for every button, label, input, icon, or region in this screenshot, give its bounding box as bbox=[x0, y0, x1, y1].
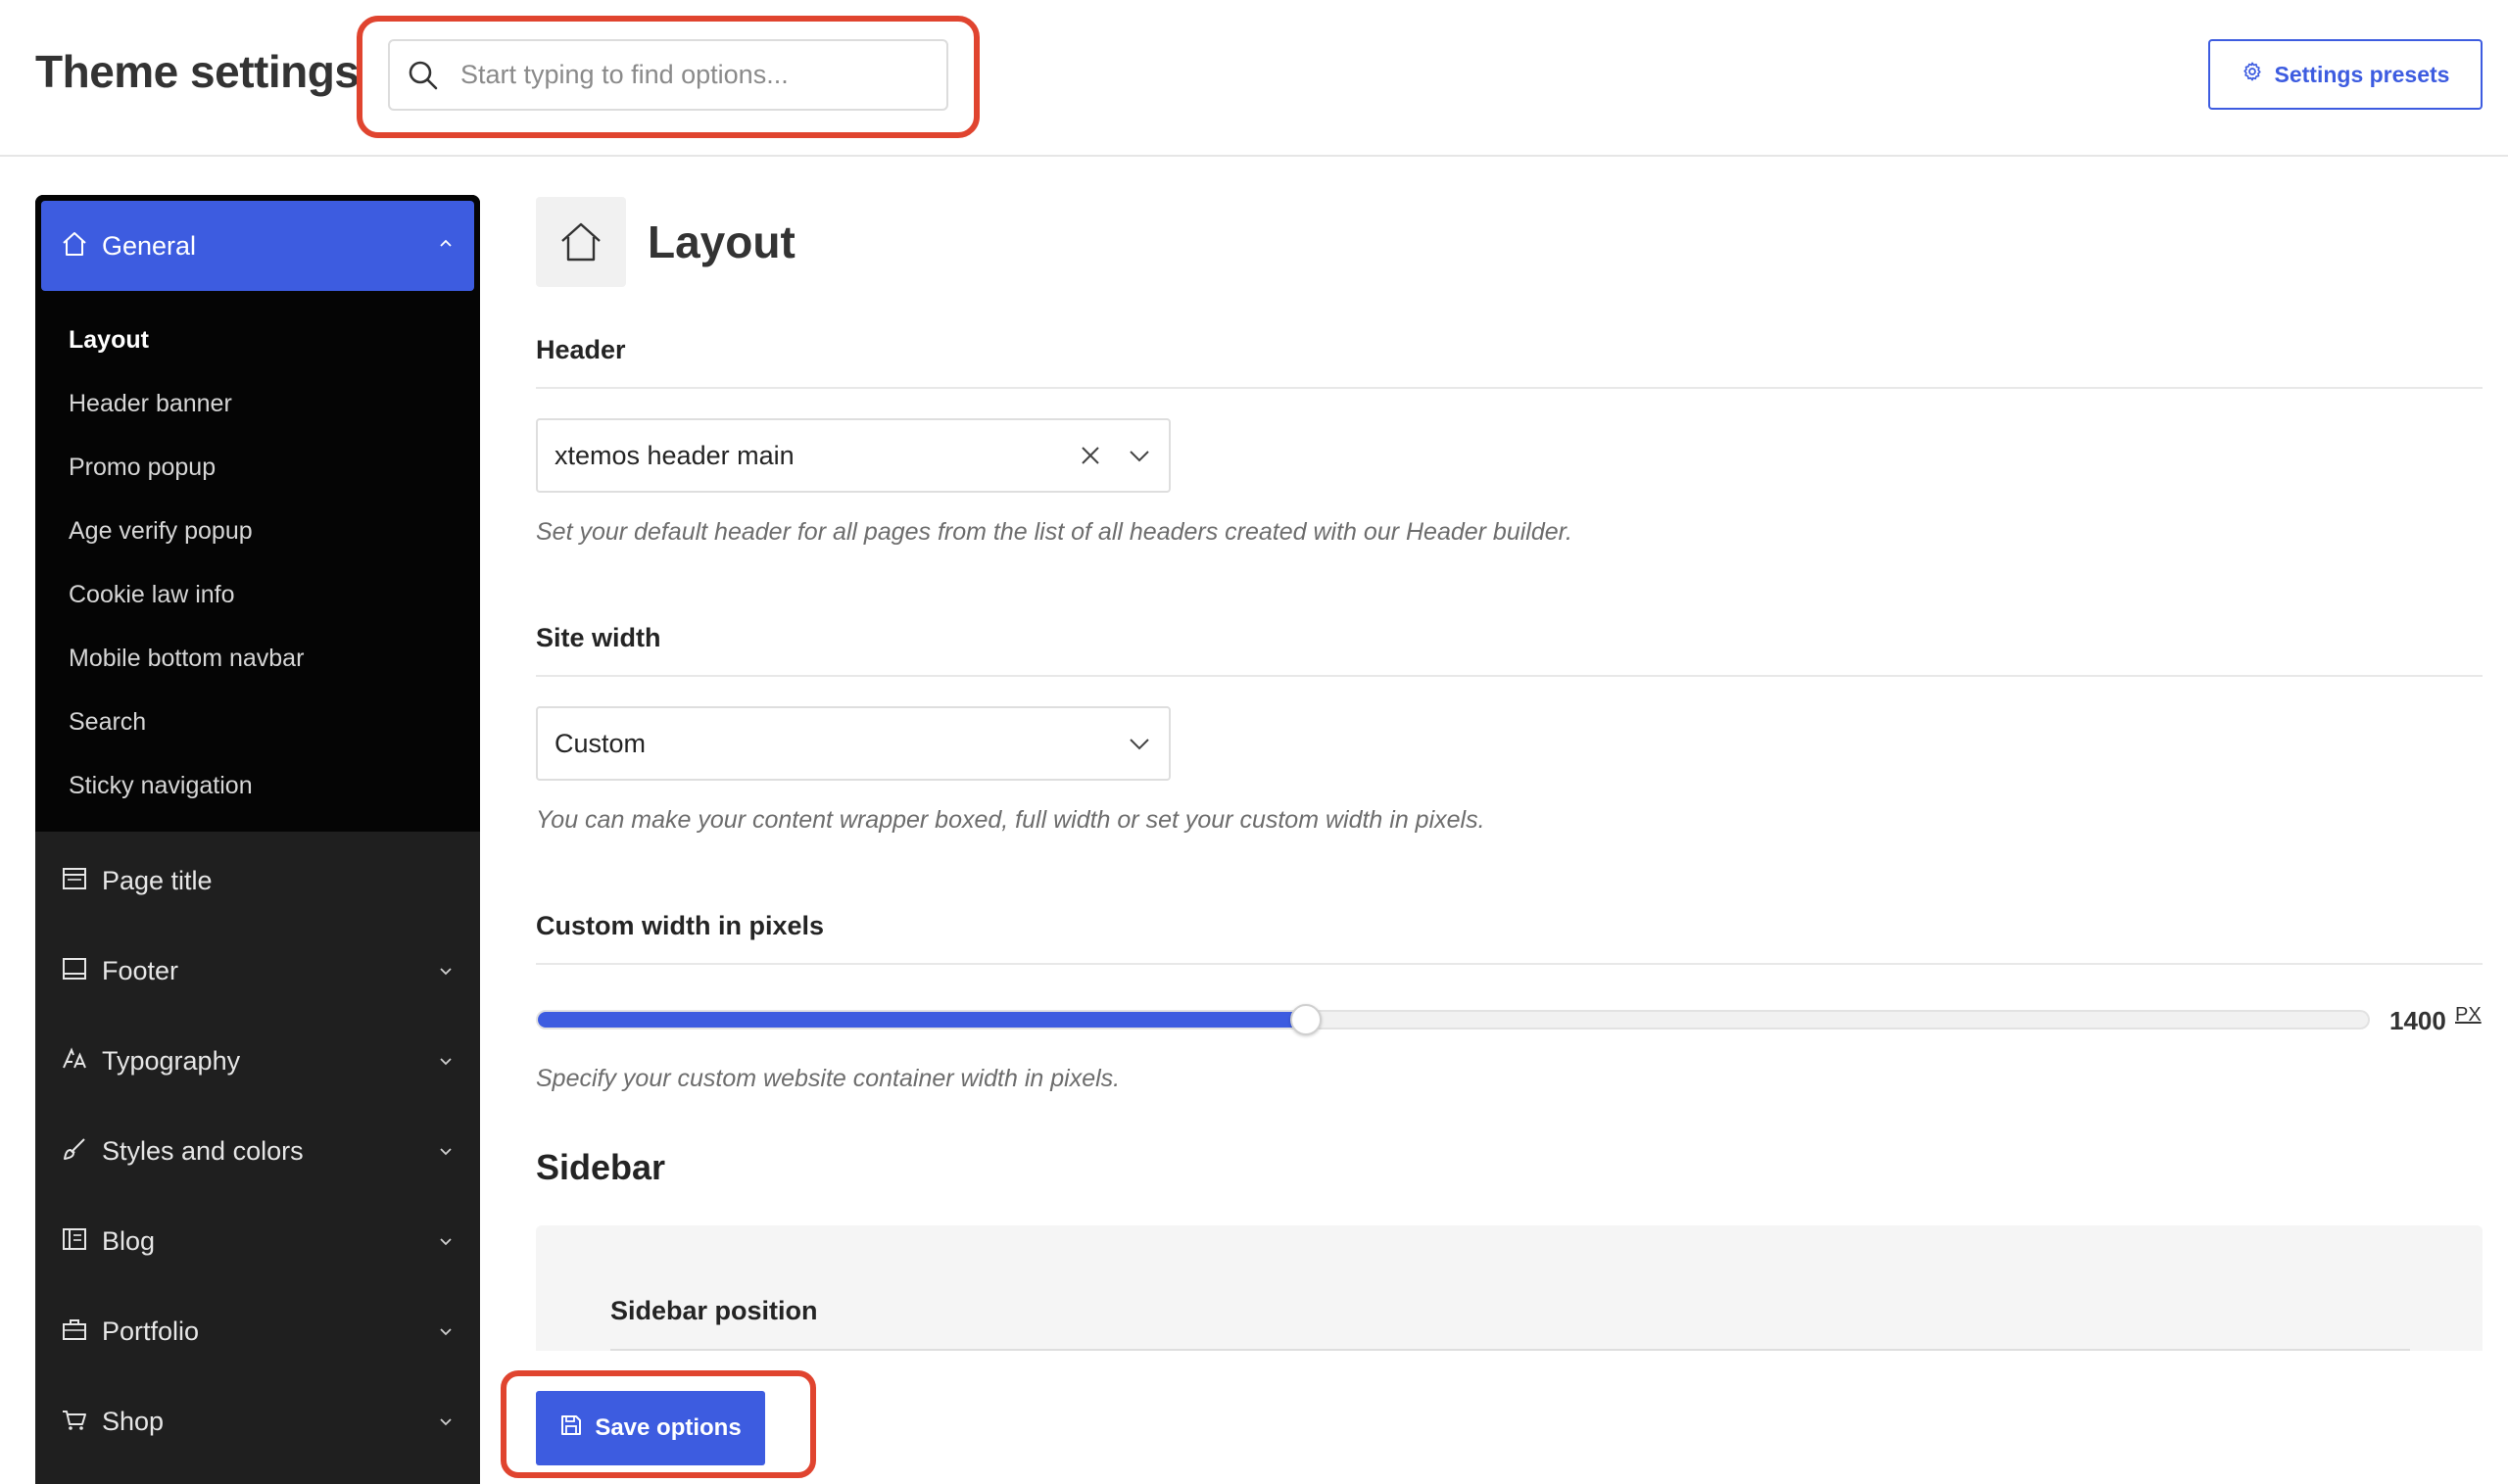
field-help: Specify your custom website container wi… bbox=[536, 1065, 1121, 1092]
sidebar-subitem-age-verify-popup[interactable]: Age verify popup bbox=[41, 500, 474, 563]
sidebar-item-typography[interactable]: Typography bbox=[35, 1016, 480, 1106]
sidebar-item-page-title[interactable]: Page title bbox=[35, 836, 480, 926]
sidebar-item-label: General bbox=[102, 230, 197, 261]
search-box[interactable] bbox=[388, 39, 948, 111]
sidebar-item-shop[interactable]: Shop bbox=[35, 1376, 480, 1466]
sidebar-subitem-sticky-navigation[interactable]: Sticky navigation bbox=[41, 754, 474, 818]
header-select[interactable]: xtemos header main bbox=[536, 418, 1171, 493]
slider-handle[interactable] bbox=[1290, 1004, 1322, 1035]
chevron-down-icon bbox=[435, 1320, 457, 1342]
chevron-down-icon bbox=[1126, 730, 1153, 757]
chevron-down-icon bbox=[1126, 442, 1153, 469]
sidebar-subitem-cookie-law-info[interactable]: Cookie law info bbox=[41, 563, 474, 627]
custom-width-field: Custom width in pixels 1400 PX Specify y… bbox=[536, 911, 2483, 1093]
sidebar-subitem-layout[interactable]: Layout bbox=[41, 309, 474, 372]
sidebar-item-label: Footer bbox=[102, 955, 179, 985]
sidebar-subitem-header-banner[interactable]: Header banner bbox=[41, 372, 474, 436]
gear-icon bbox=[2242, 61, 2263, 88]
sidebar-item-label: Page title bbox=[102, 865, 213, 895]
header-select-value: xtemos header main bbox=[555, 440, 795, 470]
briefcase-icon bbox=[61, 1316, 88, 1348]
page-title-icon bbox=[61, 865, 88, 897]
typography-icon bbox=[61, 1045, 88, 1077]
chevron-down-icon bbox=[435, 1230, 457, 1252]
sidebar-options-panel: Sidebar position bbox=[536, 1225, 2483, 1351]
save-icon bbox=[559, 1413, 583, 1444]
chevron-down-icon bbox=[435, 1050, 457, 1072]
header-field: Header xtemos header main Set your defau… bbox=[536, 335, 2483, 547]
sidebar-item-label: Portfolio bbox=[102, 1316, 200, 1346]
field-help: Set your default header for all pages fr… bbox=[536, 518, 1572, 546]
sidebar-sections: Page title Footer Typography Styles and … bbox=[35, 832, 480, 1466]
footer-icon bbox=[61, 955, 88, 987]
theme-settings-page: Theme settings Settings presets General bbox=[0, 0, 2508, 1484]
chevron-up-icon bbox=[437, 235, 455, 258]
general-group: General Layout Header banner Promo popup… bbox=[35, 195, 480, 832]
settings-sidebar: General Layout Header banner Promo popup… bbox=[35, 195, 480, 1484]
home-icon bbox=[536, 197, 626, 287]
settings-presets-label: Settings presets bbox=[2274, 61, 2450, 87]
field-label: Custom width in pixels bbox=[536, 911, 2483, 965]
settings-main: Layout Header xtemos header main Set you… bbox=[536, 195, 2483, 1351]
field-label: Site width bbox=[536, 623, 2483, 677]
sidebar-item-label: Typography bbox=[102, 1045, 241, 1076]
settings-presets-button[interactable]: Settings presets bbox=[2208, 39, 2483, 110]
chevron-down-icon bbox=[435, 1411, 457, 1432]
section-title: Layout bbox=[648, 216, 796, 267]
site-width-field: Site width Custom You can make your cont… bbox=[536, 623, 2483, 835]
sidebar-item-styles-and-colors[interactable]: Styles and colors bbox=[35, 1106, 480, 1196]
slider-fill bbox=[538, 1012, 1306, 1028]
brush-icon bbox=[61, 1135, 88, 1168]
sidebar-section-heading: Sidebar bbox=[536, 1147, 666, 1187]
home-icon bbox=[61, 230, 88, 263]
clear-icon[interactable] bbox=[1077, 442, 1104, 469]
section-header: Layout bbox=[536, 195, 2483, 289]
sidebar-item-label: Shop bbox=[102, 1406, 165, 1436]
sidebar-item-general[interactable]: General bbox=[41, 201, 474, 291]
chevron-down-icon bbox=[435, 1140, 457, 1162]
general-sub-list: Layout Header banner Promo popup Age ver… bbox=[41, 291, 474, 818]
cart-icon bbox=[61, 1406, 88, 1438]
save-options-label: Save options bbox=[595, 1414, 742, 1441]
sidebar-item-label: Blog bbox=[102, 1225, 156, 1256]
blog-icon bbox=[61, 1225, 88, 1258]
sidebar-item-blog[interactable]: Blog bbox=[35, 1196, 480, 1286]
save-options-button[interactable]: Save options bbox=[536, 1391, 765, 1465]
divider bbox=[610, 1349, 2410, 1351]
sidebar-item-portfolio[interactable]: Portfolio bbox=[35, 1286, 480, 1376]
custom-width-slider[interactable]: 1400 PX bbox=[536, 994, 2483, 1039]
unit-toggle[interactable]: PX bbox=[2455, 1004, 2482, 1027]
site-width-select[interactable]: Custom bbox=[536, 706, 1171, 781]
sidebar-subitem-search[interactable]: Search bbox=[41, 691, 474, 754]
search-icon bbox=[408, 58, 443, 93]
page-title: Theme settings bbox=[35, 46, 360, 97]
site-width-select-value: Custom bbox=[555, 728, 647, 758]
search-input[interactable] bbox=[460, 60, 921, 90]
slider-value: 1400 bbox=[2389, 1006, 2446, 1035]
sidebar-subitem-promo-popup[interactable]: Promo popup bbox=[41, 436, 474, 500]
sidebar-subitem-mobile-bottom-navbar[interactable]: Mobile bottom navbar bbox=[41, 627, 474, 691]
field-help: You can make your content wrapper boxed,… bbox=[536, 806, 1485, 834]
chevron-down-icon bbox=[435, 960, 457, 981]
field-label: Sidebar position bbox=[610, 1296, 818, 1325]
field-label: Header bbox=[536, 335, 2483, 389]
sidebar-item-footer[interactable]: Footer bbox=[35, 926, 480, 1016]
sidebar-item-label: Styles and colors bbox=[102, 1135, 304, 1166]
